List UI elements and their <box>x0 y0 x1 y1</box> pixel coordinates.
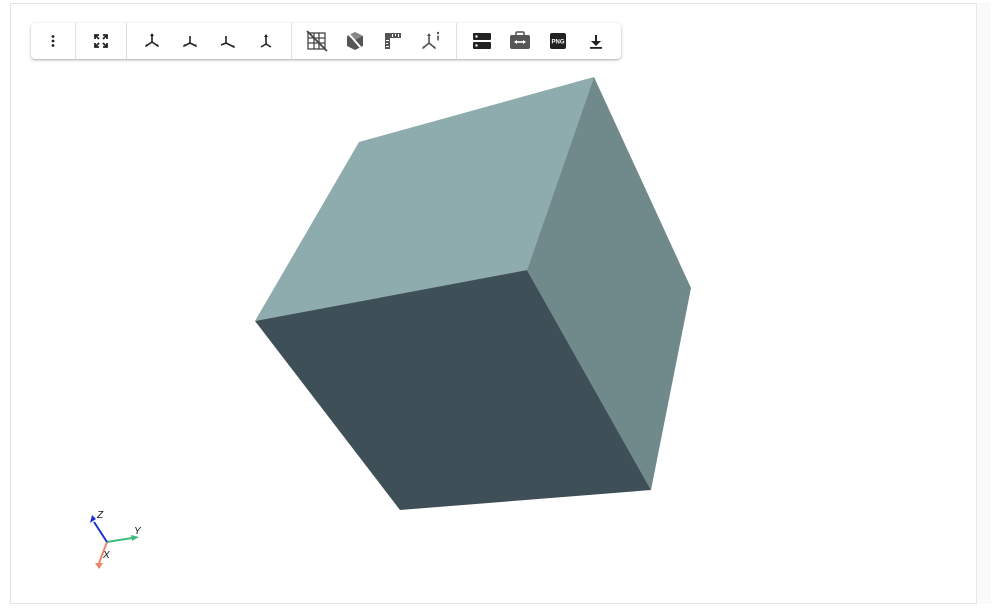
viewport-canvas[interactable]: Z Y X <box>11 4 975 603</box>
vertical-scrollbar[interactable] <box>976 3 991 604</box>
axes-info-icon <box>422 31 440 49</box>
ruler-icon <box>385 33 401 49</box>
measure-button[interactable] <box>376 26 410 56</box>
toolbar-group-fit <box>76 23 127 59</box>
axes-top-icon <box>260 34 272 48</box>
z-axis-label: Z <box>96 510 104 521</box>
view-front-button[interactable] <box>173 26 207 56</box>
fit-view-button[interactable] <box>84 26 118 56</box>
x-axis-label: X <box>102 550 110 561</box>
toolbar-group-views <box>127 23 292 59</box>
cube-clip-icon <box>347 32 363 50</box>
view-iso-button[interactable] <box>135 26 169 56</box>
png-export-label: PNG <box>551 40 564 46</box>
toolbar-group-tools <box>292 23 457 59</box>
explode-button[interactable] <box>503 26 537 56</box>
more-vert-icon <box>51 35 55 47</box>
view-side-button[interactable] <box>211 26 245 56</box>
explode-icon <box>510 31 530 49</box>
view-top-button[interactable] <box>249 26 283 56</box>
cube-model[interactable] <box>255 77 691 510</box>
y-axis-label: Y <box>134 526 142 537</box>
x-axis-arrowhead <box>95 563 103 569</box>
axes-info-button[interactable] <box>414 26 448 56</box>
axes-triad: Z Y X <box>90 510 142 569</box>
export-png-button[interactable]: PNG <box>541 26 575 56</box>
y-axis-line <box>106 537 133 543</box>
storage-button[interactable] <box>465 26 499 56</box>
storage-icon <box>473 33 491 49</box>
fullscreen-icon <box>94 34 108 48</box>
download-button[interactable] <box>579 26 613 56</box>
more-menu-button[interactable] <box>40 26 66 56</box>
z-axis-line <box>93 521 108 543</box>
toggle-grid-button[interactable] <box>300 26 334 56</box>
download-icon <box>590 35 602 49</box>
toolbar-group-export: PNG <box>457 23 621 59</box>
axes-side-icon <box>220 36 235 48</box>
clip-plane-button[interactable] <box>338 26 372 56</box>
axes-iso-icon <box>145 33 159 47</box>
toolbar-group-menu <box>31 23 76 59</box>
z-axis-arrowhead <box>90 515 96 523</box>
grid-off-icon <box>306 30 328 52</box>
png-export-icon: PNG <box>550 33 566 49</box>
viewer-toolbar: PNG <box>31 23 621 59</box>
axes-front-icon <box>183 36 197 47</box>
